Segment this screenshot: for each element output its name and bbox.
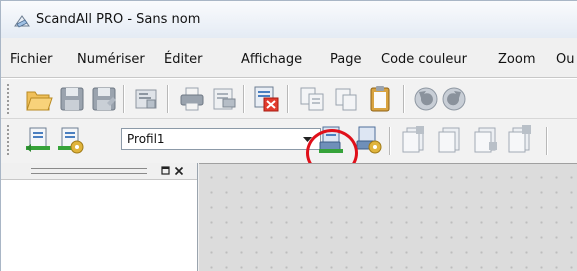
scan-to-file-icon[interactable] bbox=[23, 124, 53, 156]
toolbar-separator bbox=[546, 127, 548, 155]
menu-editer[interactable]: Éditer bbox=[164, 52, 203, 67]
open-folder-icon[interactable] bbox=[23, 83, 53, 115]
save-icon[interactable] bbox=[57, 83, 87, 115]
toolbar-separator bbox=[167, 85, 169, 113]
toolbar-separator bbox=[389, 127, 391, 155]
menu-zoom[interactable]: Zoom bbox=[498, 52, 535, 67]
toolbar-separator bbox=[243, 85, 245, 113]
toolbar-separator bbox=[403, 85, 405, 113]
copy-icon[interactable] bbox=[297, 83, 327, 115]
menu-outils[interactable]: Ou bbox=[556, 52, 574, 67]
properties-icon[interactable] bbox=[131, 83, 161, 115]
toolbar-separator bbox=[123, 85, 125, 113]
title-bar: ScandAll PRO - Sans nom bbox=[1, 1, 577, 38]
save-as-icon[interactable] bbox=[89, 83, 119, 115]
scan-toolbar: Profil1 bbox=[1, 118, 577, 163]
menu-bar: Fichier Numériser Éditer Affichage Page … bbox=[1, 38, 577, 78]
scandall-app-icon bbox=[14, 15, 30, 28]
pane-grip[interactable] bbox=[31, 168, 147, 174]
toolbar-separator bbox=[287, 85, 289, 113]
toolbar-grip[interactable] bbox=[7, 84, 9, 114]
print-preview-icon[interactable] bbox=[209, 83, 239, 115]
clipboard-icon[interactable] bbox=[365, 83, 395, 115]
page-insert-icon[interactable] bbox=[399, 124, 429, 156]
thumbnail-pane bbox=[1, 163, 198, 271]
application-window: ScandAll PRO - Sans nom Fichier Numérise… bbox=[0, 0, 577, 271]
menu-page[interactable]: Page bbox=[330, 52, 361, 67]
menu-fichier[interactable]: Fichier bbox=[10, 52, 53, 67]
pane-header bbox=[1, 163, 197, 180]
close-icon[interactable] bbox=[174, 166, 184, 176]
image-workspace[interactable] bbox=[199, 163, 577, 271]
window-title: ScandAll PRO - Sans nom bbox=[36, 12, 201, 27]
toolbar-grip[interactable] bbox=[7, 125, 9, 155]
profile-select-value: Profil1 bbox=[127, 132, 165, 146]
page-append-icon[interactable] bbox=[471, 124, 501, 156]
delete-page-icon[interactable] bbox=[251, 83, 281, 115]
redo-icon[interactable] bbox=[439, 83, 469, 115]
paste-icon[interactable] bbox=[331, 83, 361, 115]
print-icon[interactable] bbox=[177, 83, 207, 115]
scan-settings-icon[interactable] bbox=[55, 124, 85, 156]
restore-icon[interactable] bbox=[161, 166, 171, 176]
menu-affichage[interactable]: Affichage bbox=[241, 52, 302, 67]
menu-code-couleur[interactable]: Code couleur bbox=[381, 52, 467, 67]
page-delete-icon[interactable] bbox=[505, 124, 535, 156]
main-toolbar bbox=[1, 78, 577, 119]
page-replace-icon[interactable] bbox=[435, 124, 465, 156]
profile-select[interactable]: Profil1 bbox=[121, 128, 321, 150]
menu-numeriser[interactable]: Numériser bbox=[77, 52, 145, 67]
undo-icon[interactable] bbox=[411, 83, 441, 115]
